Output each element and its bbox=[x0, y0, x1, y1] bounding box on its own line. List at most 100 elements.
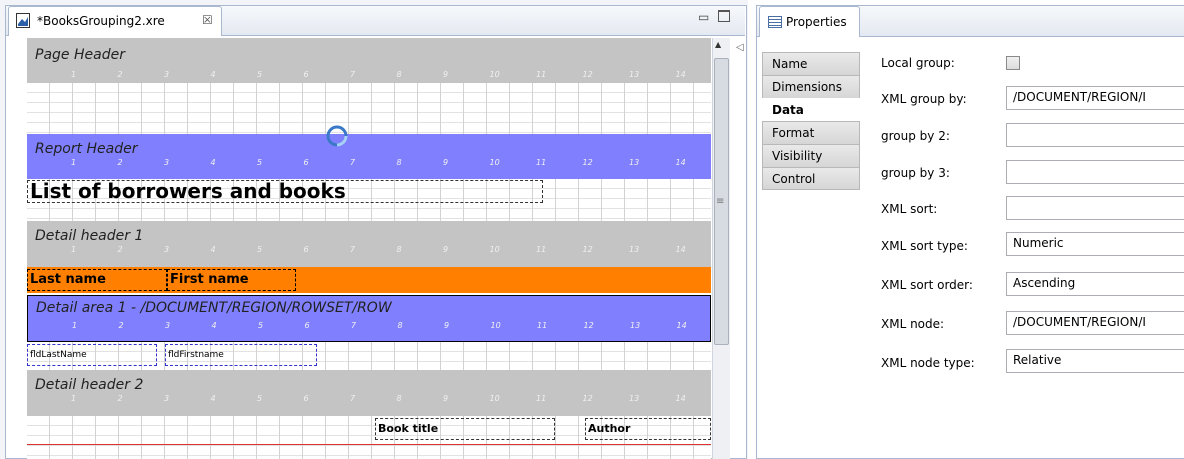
report-file-icon bbox=[16, 13, 30, 28]
ruler-number: 8 bbox=[397, 321, 403, 330]
maximize-icon[interactable] bbox=[718, 10, 730, 22]
ruler-number: 5 bbox=[257, 245, 263, 254]
tab-visibility[interactable]: Visibility bbox=[762, 144, 860, 167]
tab-control[interactable]: Control bbox=[762, 167, 860, 190]
xml-group-by-field[interactable]: /DOCUMENT/REGION/I bbox=[1006, 86, 1184, 110]
xml-sort-type-select[interactable]: Numeric bbox=[1006, 232, 1184, 256]
xml-group-by-label: XML group by: bbox=[881, 92, 967, 106]
xml-node-type-label: XML node type: bbox=[881, 356, 975, 370]
report-header-area[interactable]: List of borrowers and books bbox=[27, 179, 711, 221]
ruler-number: 3 bbox=[164, 394, 170, 403]
close-tab-icon[interactable]: ☒ bbox=[202, 13, 213, 27]
xml-sort-field[interactable] bbox=[1006, 196, 1184, 220]
ruler-number: 14 bbox=[676, 321, 687, 330]
band-label-report-header: Report Header bbox=[35, 141, 138, 157]
properties-icon bbox=[768, 16, 782, 28]
ruler-number: 7 bbox=[350, 158, 356, 167]
band-detail-area-1[interactable]: Detail area 1 - /DOCUMENT/REGION/ROWSET/… bbox=[27, 295, 711, 342]
xml-node-type-select[interactable]: Relative bbox=[1006, 349, 1184, 373]
band-label-detail-area-1: Detail area 1 - /DOCUMENT/REGION/ROWSET/… bbox=[36, 300, 392, 316]
ruler-number: 10 bbox=[489, 70, 500, 79]
band-divider-line bbox=[27, 444, 711, 445]
ruler-number: 14 bbox=[675, 394, 686, 403]
ruler-number: 1 bbox=[71, 158, 77, 167]
xml-node-label: XML node: bbox=[881, 317, 945, 331]
ruler-number: 2 bbox=[118, 321, 124, 330]
ruler-number: 1 bbox=[71, 394, 77, 403]
last-name-label[interactable]: Last name bbox=[27, 269, 167, 291]
report-design-canvas[interactable]: Page Header 1 2 3 4 5 6 7 8 9 10 11 12 13 14 Report H… bbox=[27, 38, 711, 459]
tab-format[interactable]: Format bbox=[762, 121, 860, 144]
ruler-number: 9 bbox=[443, 245, 449, 254]
ruler-number: 8 bbox=[396, 158, 402, 167]
ruler-number: 7 bbox=[351, 321, 357, 330]
ruler-number: 11 bbox=[537, 321, 548, 330]
ruler-number: 1 bbox=[71, 70, 77, 79]
ruler-number: 5 bbox=[257, 158, 263, 167]
xml-sort-order-select[interactable]: Ascending bbox=[1006, 272, 1184, 296]
tab-dimensions[interactable]: Dimensions bbox=[762, 75, 860, 98]
report-title-field[interactable]: List of borrowers and books bbox=[27, 180, 543, 203]
ruler-number: 1 bbox=[71, 245, 77, 254]
ruler-number: 12 bbox=[582, 70, 593, 79]
local-group-checkbox[interactable] bbox=[1006, 56, 1020, 70]
ruler-number: 5 bbox=[258, 321, 264, 330]
ruler-number: 10 bbox=[490, 321, 501, 330]
collapse-arrow-icon[interactable]: ◁ bbox=[736, 42, 744, 53]
ruler-number: 11 bbox=[536, 245, 547, 254]
ruler-number: 7 bbox=[350, 70, 356, 79]
ruler-number: 9 bbox=[444, 321, 450, 330]
properties-tab[interactable]: Properties bbox=[759, 6, 860, 37]
detail-header-2-area[interactable]: Book title Author bbox=[27, 416, 711, 459]
fld-last-name-field[interactable]: fldLastName bbox=[27, 344, 157, 366]
ruler-number: 6 bbox=[304, 321, 310, 330]
ruler-number: 7 bbox=[350, 245, 356, 254]
group-by-3-label: group by 3: bbox=[881, 166, 950, 180]
ruler-number: 8 bbox=[396, 394, 402, 403]
detail-header-1-area[interactable]: Last name First name bbox=[27, 267, 711, 293]
ruler-number: 10 bbox=[489, 245, 500, 254]
ruler-number: 1 bbox=[72, 321, 78, 330]
xml-node-field[interactable]: /DOCUMENT/REGION/I bbox=[1006, 311, 1184, 335]
xml-sort-type-label: XML sort type: bbox=[881, 239, 968, 253]
ruler-number: 11 bbox=[536, 158, 547, 167]
group-by-3-field[interactable] bbox=[1006, 160, 1184, 184]
detail-area-1-region[interactable]: fldLastName fldFirstname bbox=[27, 342, 711, 370]
ruler-number: 8 bbox=[396, 70, 402, 79]
ruler-detail-header-1: 1 2 3 4 5 6 7 8 9 10 11 12 13 14 bbox=[27, 245, 711, 257]
band-detail-header-1[interactable]: Detail header 1 1 2 3 4 5 6 7 8 9 10 11 12 13 14 bbox=[27, 221, 711, 267]
editor-tab-title: *BooksGrouping2.xre bbox=[37, 14, 165, 28]
group-by-2-field[interactable] bbox=[1006, 123, 1184, 147]
ruler-number: 6 bbox=[303, 158, 309, 167]
ruler-number: 9 bbox=[443, 394, 449, 403]
page-header-area[interactable] bbox=[27, 83, 711, 134]
ruler-number: 2 bbox=[117, 158, 123, 167]
ruler-number: 14 bbox=[675, 245, 686, 254]
ruler-number: 13 bbox=[629, 70, 640, 79]
ruler-number: 6 bbox=[303, 394, 309, 403]
ruler-number: 7 bbox=[350, 394, 356, 403]
band-detail-header-2[interactable]: Detail header 2 1 2 3 4 5 6 7 8 9 10 11 12 13 14 bbox=[27, 370, 711, 416]
ruler-number: 3 bbox=[165, 321, 171, 330]
band-report-header[interactable]: Report Header 1 2 3 4 5 6 7 8 9 10 11 12 13 14 bbox=[27, 134, 711, 179]
scroll-up-arrow-icon[interactable]: ▲ bbox=[715, 40, 721, 49]
ruler-number: 14 bbox=[675, 158, 686, 167]
ruler-number: 4 bbox=[211, 321, 217, 330]
ruler-number: 2 bbox=[117, 245, 123, 254]
tab-data[interactable]: Data bbox=[762, 98, 860, 121]
scrollbar-grip-icon: ≡ bbox=[716, 196, 725, 207]
ruler-number: 11 bbox=[536, 70, 547, 79]
band-page-header[interactable]: Page Header 1 2 3 4 5 6 7 8 9 10 11 12 13 14 bbox=[27, 38, 711, 83]
minimize-icon[interactable]: ▭ bbox=[698, 10, 709, 24]
fld-first-name-field[interactable]: fldFirstname bbox=[165, 344, 317, 366]
ruler-number: 9 bbox=[443, 158, 449, 167]
group-by-2-label: group by 2: bbox=[881, 129, 950, 143]
ruler-number: 3 bbox=[164, 245, 170, 254]
author-label[interactable]: Author bbox=[585, 418, 711, 440]
ruler-number: 3 bbox=[164, 158, 170, 167]
ruler-number: 13 bbox=[629, 394, 640, 403]
book-title-label[interactable]: Book title bbox=[375, 418, 555, 440]
first-name-label[interactable]: First name bbox=[167, 269, 296, 291]
editor-tab[interactable]: *BooksGrouping2.xre ☒ bbox=[8, 6, 222, 36]
tab-name[interactable]: Name bbox=[762, 52, 860, 75]
